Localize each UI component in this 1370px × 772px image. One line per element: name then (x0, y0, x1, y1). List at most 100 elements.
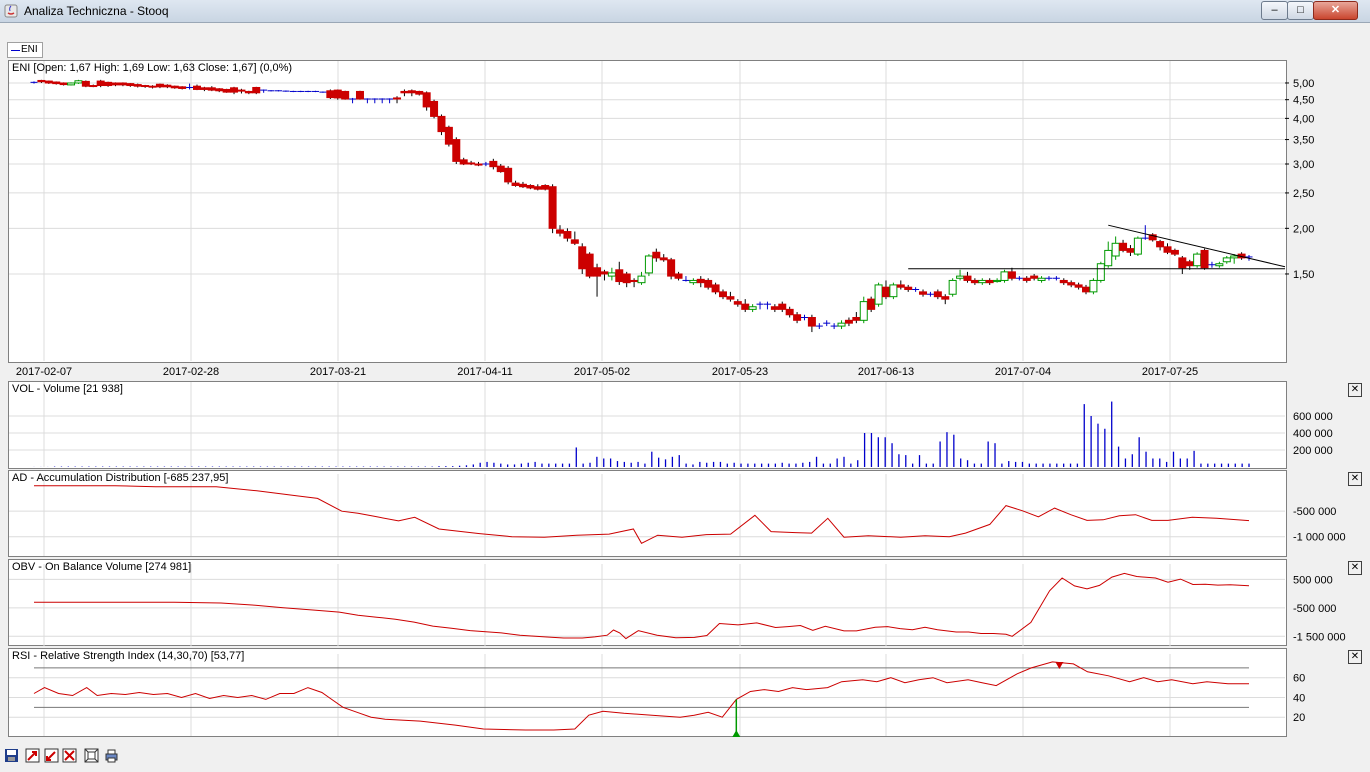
price-x-tick-label: 2017-07-04 (995, 366, 1051, 378)
candle-body (96, 80, 105, 87)
candle-body (52, 81, 61, 85)
candle-body (933, 291, 942, 298)
print-icon[interactable] (104, 748, 119, 763)
candle-body (674, 273, 683, 279)
candle-body (704, 279, 713, 288)
candle-body (1215, 263, 1224, 267)
candle-body (1178, 257, 1187, 269)
candle-body (1170, 249, 1179, 255)
ad-y-tick-label: -1 000 000 (1293, 532, 1346, 544)
candle-body (941, 296, 950, 300)
candle-body (393, 97, 402, 100)
candle-body (770, 306, 779, 310)
candle-body (533, 186, 542, 190)
candle-body (793, 314, 802, 321)
zoom-reset-icon[interactable] (62, 748, 77, 763)
candle-body (81, 80, 90, 87)
candle-body (874, 284, 883, 305)
price-y-tick-label: 1,50 (1293, 269, 1314, 281)
close-volume-panel-button[interactable]: ✕ (1348, 383, 1362, 397)
candle-body (563, 231, 572, 239)
candle-body (970, 279, 979, 284)
candle-body (400, 90, 409, 94)
candle-body (74, 80, 83, 84)
price-x-tick-label: 2017-06-13 (858, 366, 914, 378)
candle-body (844, 319, 853, 324)
candle-body (459, 159, 468, 165)
obv-y-tick-label: -500 000 (1293, 603, 1336, 615)
candle-body (415, 90, 424, 95)
candle-body (230, 87, 239, 93)
candle-body (978, 279, 987, 284)
candle-body (741, 303, 750, 310)
zoom-out-icon[interactable] (44, 748, 59, 763)
candle-body (148, 85, 157, 88)
candle-body (341, 90, 350, 100)
candle-body (222, 88, 231, 93)
candle-body (1119, 242, 1128, 251)
close-obv-panel-button[interactable]: ✕ (1348, 561, 1362, 575)
candle-body (1185, 261, 1194, 267)
ad-y-tick-label: -500 000 (1293, 506, 1336, 518)
candle-body (444, 126, 453, 145)
close-ad-panel-button[interactable]: ✕ (1348, 472, 1362, 486)
candle-body (956, 275, 965, 279)
candle-body (178, 86, 187, 89)
candle-body (59, 82, 68, 86)
candle-body (1133, 237, 1142, 255)
candle-body (407, 90, 416, 94)
candle-body (615, 269, 624, 283)
close-rsi-panel-button[interactable]: ✕ (1348, 650, 1362, 664)
candle-body (659, 257, 668, 261)
candle-body (644, 255, 653, 274)
candle-body (1022, 277, 1031, 281)
candle-body (1126, 248, 1135, 253)
obv-y-tick-label: 500 000 (1293, 574, 1333, 586)
candle-body (1082, 286, 1091, 293)
candle-body (718, 291, 727, 298)
candle-body (696, 278, 705, 284)
candle-body (689, 279, 698, 284)
candle-body (215, 88, 224, 92)
candle-body (993, 279, 1002, 283)
fit-icon[interactable] (84, 748, 99, 763)
candle-body (133, 84, 142, 87)
price-y-tick-label: 4,50 (1293, 95, 1314, 107)
candle-body (963, 275, 972, 281)
rsi-y-tick-label: 20 (1293, 712, 1305, 724)
candle-body (111, 82, 120, 86)
candle-body (904, 286, 913, 291)
candle-body (104, 81, 113, 87)
candle-body (474, 163, 483, 166)
ad-series-line (34, 485, 1250, 544)
candle-body (430, 100, 439, 117)
save-icon[interactable] (4, 748, 19, 763)
zoom-in-icon[interactable] (25, 748, 40, 763)
candle-body (89, 85, 98, 88)
candle-body (1000, 271, 1009, 281)
candle-body (1074, 284, 1083, 288)
candle-body (252, 86, 261, 94)
candle-body (1230, 255, 1239, 259)
candle-body (785, 308, 794, 316)
candle-body (622, 273, 631, 284)
candle-body (452, 139, 461, 162)
candle-body (44, 80, 53, 84)
candle-body (600, 271, 609, 275)
candle-body (200, 87, 209, 90)
candle-body (667, 259, 676, 277)
candle-body (1111, 242, 1120, 257)
candle-body (170, 85, 179, 89)
candle-body (948, 279, 957, 295)
candle-body (1200, 249, 1209, 269)
candle-body (837, 322, 846, 327)
candle-body (237, 89, 246, 92)
price-y-tick-label: 3,50 (1293, 135, 1314, 147)
candle-body (807, 317, 816, 327)
candle-body (207, 87, 216, 91)
candle-body (1193, 253, 1202, 267)
candle-body (1030, 275, 1039, 279)
candle-body (1007, 271, 1016, 279)
price-x-tick-label: 2017-05-23 (712, 366, 768, 378)
candle-body (1222, 257, 1231, 263)
